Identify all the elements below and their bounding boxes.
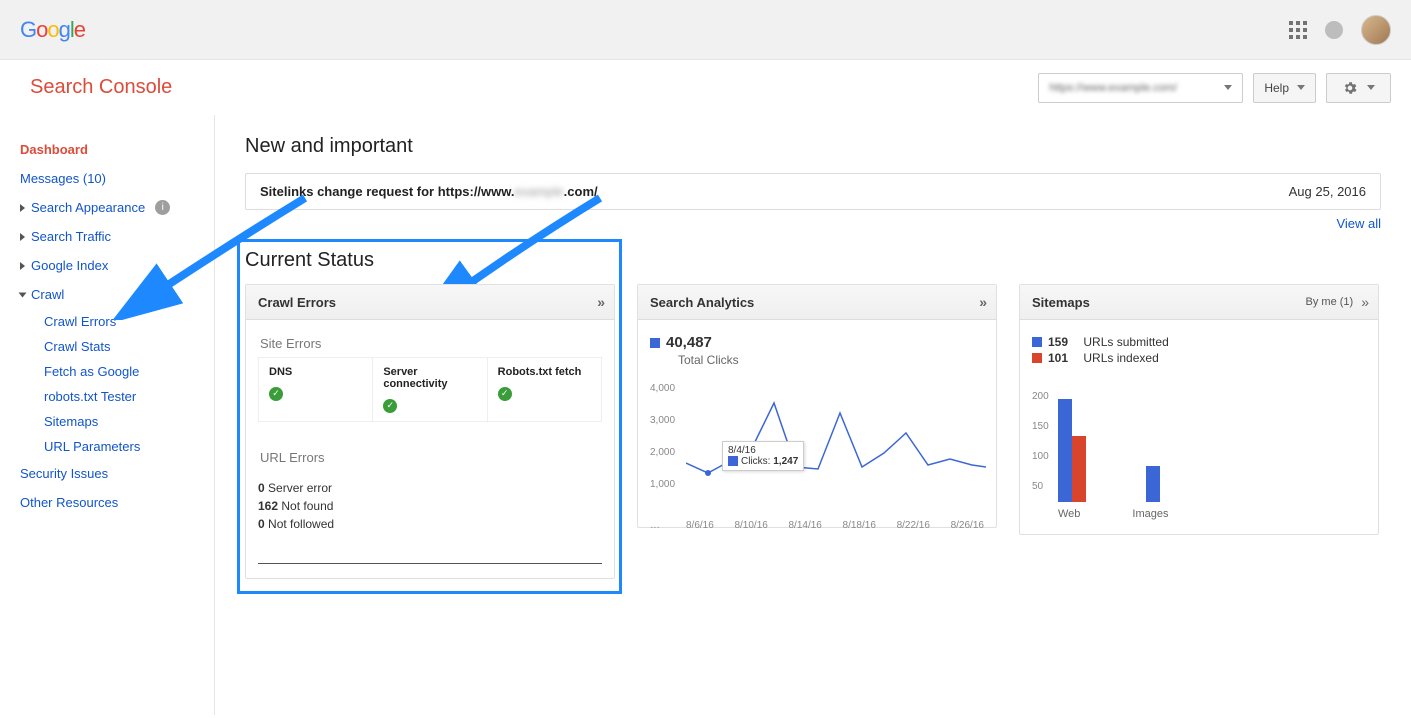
- site-errors-grid: DNS✓ Server connectivity✓ Robots.txt fet…: [258, 357, 602, 422]
- app-title[interactable]: Search Console: [30, 76, 172, 99]
- sidebar-item-url-parameters[interactable]: URL Parameters: [20, 434, 214, 459]
- sidebar-item-security-issues[interactable]: Security Issues: [20, 459, 214, 488]
- apps-icon[interactable]: [1289, 21, 1307, 39]
- settings-button[interactable]: [1326, 73, 1391, 103]
- sitemaps-legend: 159 URLs submitted 101 URLs indexed: [1032, 330, 1366, 370]
- sitemaps-header[interactable]: Sitemaps By me (1)»: [1020, 285, 1378, 320]
- main-content: New and important Sitelinks change reque…: [215, 115, 1411, 715]
- analytics-total: 40,487: [650, 330, 984, 353]
- chevrons-right-icon[interactable]: »: [979, 294, 984, 310]
- notifications-icon[interactable]: [1325, 21, 1343, 39]
- site-errors-heading: Site Errors: [258, 330, 602, 357]
- sidebar-item-fetch-as-google[interactable]: Fetch as Google: [20, 359, 214, 384]
- chevrons-right-icon[interactable]: »: [1361, 294, 1366, 310]
- bar-group-images: [1146, 466, 1160, 502]
- toolbar: Search Console https://www.example.com/ …: [0, 60, 1411, 115]
- sidebar-item-google-index[interactable]: Google Index: [20, 251, 214, 280]
- current-status-heading: Current Status: [245, 249, 1381, 272]
- sidebar-item-dashboard[interactable]: Dashboard: [20, 135, 214, 164]
- bar-group-web: [1058, 399, 1086, 502]
- site-error-dns: DNS✓: [259, 358, 373, 421]
- sidebar-item-robots-tester[interactable]: robots.txt Tester: [20, 384, 214, 409]
- sidebar-item-crawl[interactable]: Crawl: [20, 280, 214, 309]
- search-analytics-header[interactable]: Search Analytics »: [638, 285, 996, 320]
- google-logo[interactable]: Google: [20, 17, 85, 43]
- search-analytics-panel: Search Analytics » 40,487 Total Clicks 4…: [637, 284, 997, 528]
- sidebar: Dashboard Messages (10) Search Appearanc…: [0, 115, 215, 715]
- crawl-errors-header[interactable]: Crawl Errors »: [246, 285, 614, 320]
- legend-square-icon: [650, 338, 660, 348]
- google-bar: Google: [0, 0, 1411, 60]
- view-all-link[interactable]: View all: [1336, 216, 1381, 231]
- check-icon: ✓: [383, 399, 397, 413]
- expand-icon: [19, 292, 27, 297]
- notice-date: Aug 25, 2016: [1289, 184, 1366, 199]
- url-errors-list: 0 Server error 162 Not found 0 Not follo…: [258, 479, 602, 533]
- chart-tooltip: 8/4/16 Clicks: 1,247: [722, 441, 804, 471]
- site-error-robots: Robots.txt fetch✓: [488, 358, 601, 421]
- property-url: https://www.example.com/: [1049, 82, 1177, 94]
- expand-icon: [20, 204, 25, 212]
- sidebar-item-search-appearance[interactable]: Search Appearancei: [20, 193, 214, 222]
- crawl-errors-panel: Crawl Errors » Site Errors DNS✓ Server c…: [245, 284, 615, 579]
- sitemaps-bar-chart: 200 150 100 50: [1032, 380, 1366, 520]
- site-error-server: Server connectivity✓: [373, 358, 487, 421]
- sidebar-item-other-resources[interactable]: Other Resources: [20, 488, 214, 517]
- property-selector[interactable]: https://www.example.com/: [1038, 73, 1243, 103]
- chevrons-right-icon[interactable]: »: [597, 294, 602, 310]
- avatar[interactable]: [1361, 15, 1391, 45]
- notice-box: Sitelinks change request for https://www…: [245, 173, 1381, 210]
- sidebar-item-crawl-stats[interactable]: Crawl Stats: [20, 334, 214, 359]
- caret-down-icon: [1224, 85, 1232, 90]
- notice-row[interactable]: Sitelinks change request for https://www…: [246, 174, 1380, 209]
- url-errors-heading: URL Errors: [258, 444, 602, 471]
- info-icon[interactable]: i: [155, 200, 170, 215]
- expand-icon: [20, 262, 25, 270]
- gear-icon: [1342, 80, 1358, 96]
- expand-icon: [20, 233, 25, 241]
- new-important-heading: New and important: [245, 135, 1381, 158]
- chart-x-labels: 8/6/168/10/168/14/168/18/168/22/168/26/1…: [686, 520, 984, 531]
- analytics-line-chart: 4,000 3,000 2,000 1,000 8/4/16 Clicks: 1…: [650, 383, 984, 513]
- caret-down-icon: [1297, 85, 1305, 90]
- sidebar-item-messages[interactable]: Messages (10): [20, 164, 214, 193]
- check-icon: ✓: [269, 387, 283, 401]
- sitemaps-panel: Sitemaps By me (1)» 159 URLs submitted 1…: [1019, 284, 1379, 535]
- line-chart-svg: [686, 383, 986, 493]
- sidebar-item-search-traffic[interactable]: Search Traffic: [20, 222, 214, 251]
- sidebar-item-crawl-errors[interactable]: Crawl Errors: [20, 309, 214, 334]
- help-button[interactable]: Help: [1253, 73, 1316, 103]
- check-icon: ✓: [498, 387, 512, 401]
- caret-down-icon: [1367, 85, 1375, 90]
- sidebar-item-sitemaps[interactable]: Sitemaps: [20, 409, 214, 434]
